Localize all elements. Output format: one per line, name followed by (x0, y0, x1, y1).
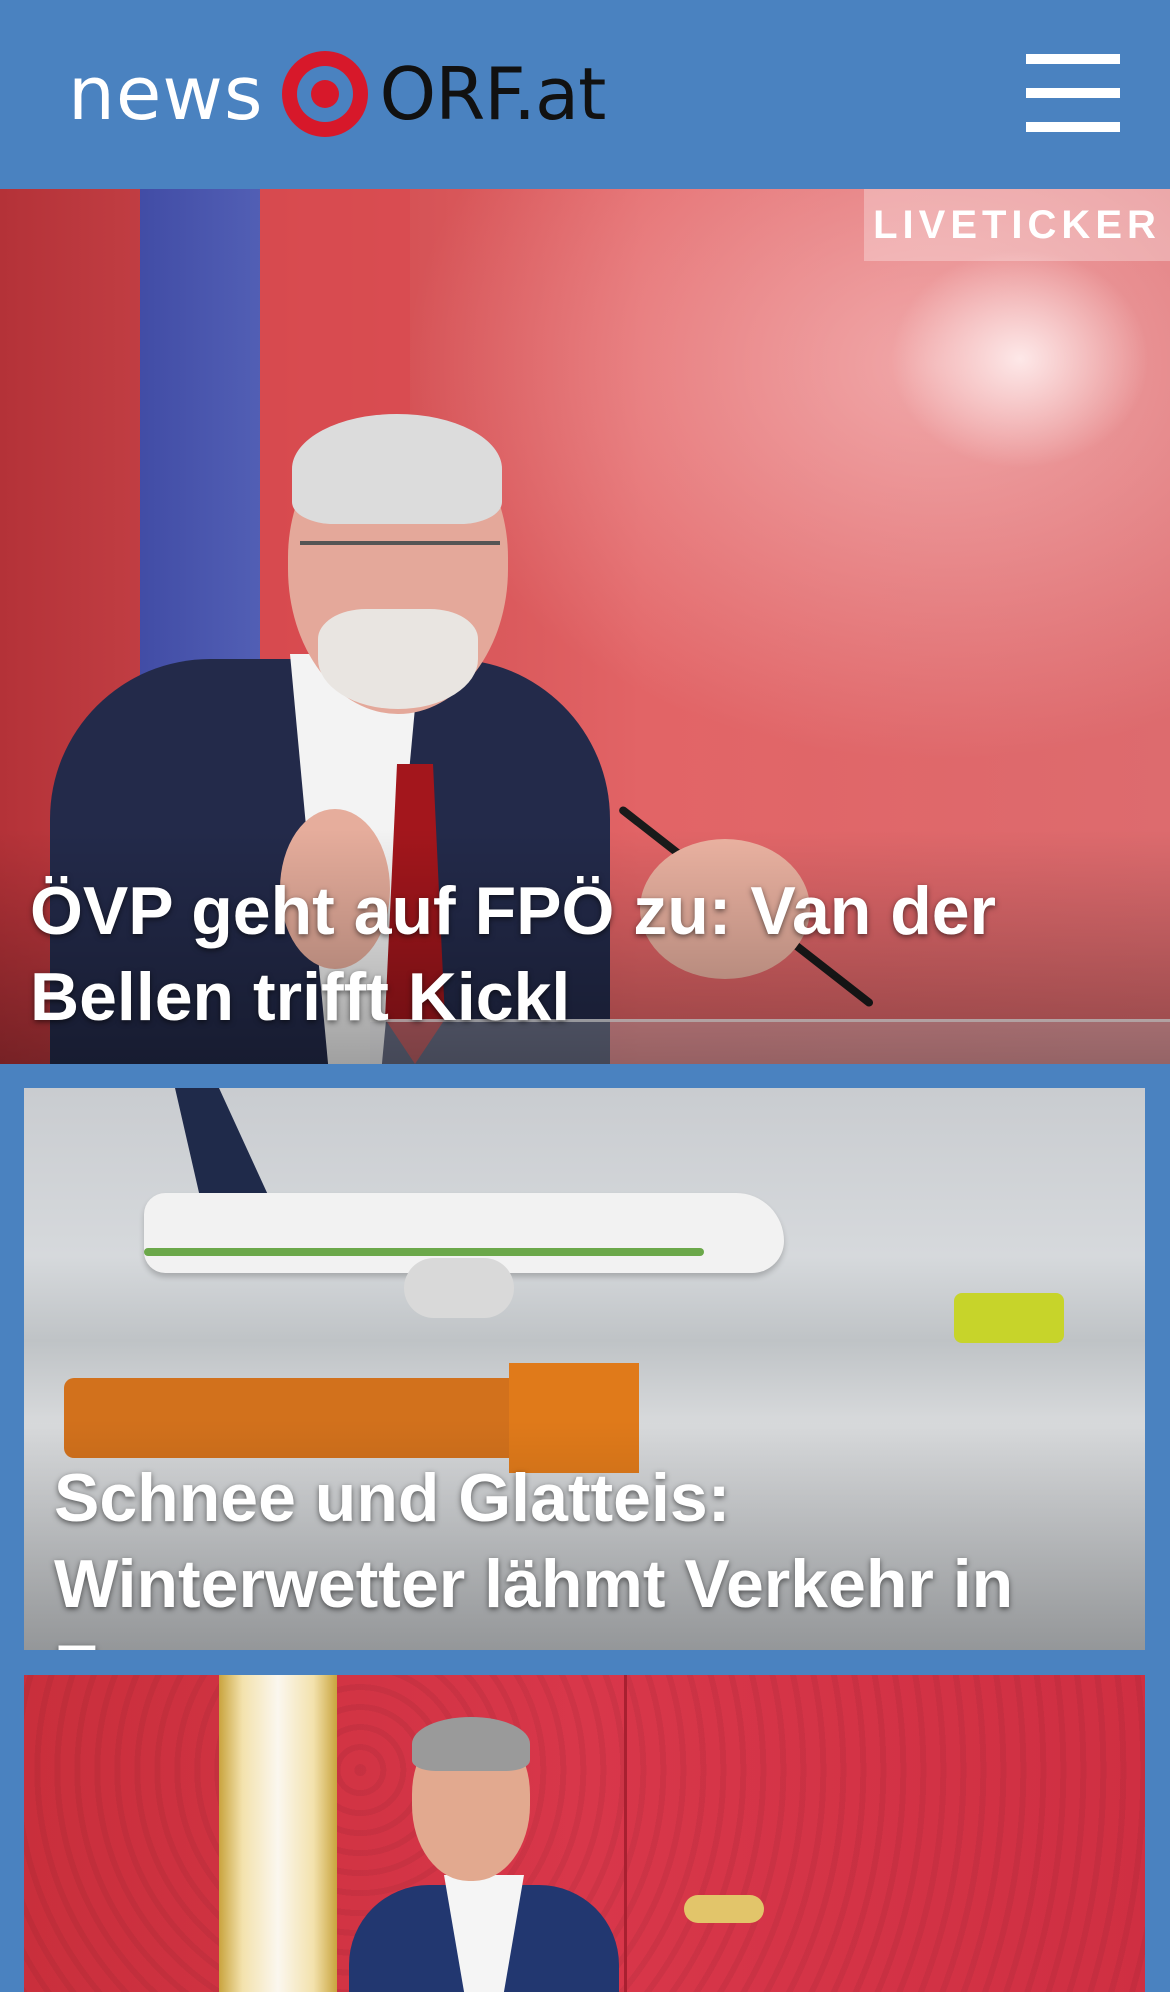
story-headline[interactable]: ÖVP geht auf FPÖ zu: Van der Bellen trif… (30, 869, 1140, 1040)
hamburger-menu-icon[interactable] (1024, 50, 1124, 136)
top-bar: news ORF.at (0, 0, 1170, 189)
story-card[interactable]: Schnee und Glatteis: Winterwetter lähmt … (24, 1088, 1145, 1650)
logo-news-text: news (68, 51, 264, 137)
story-card[interactable] (24, 1675, 1145, 1992)
story-headline[interactable]: Schnee und Glatteis: Winterwetter lähmt … (54, 1456, 1124, 1650)
liveticker-badge: LIVETICKER (864, 189, 1170, 261)
story-image (24, 1675, 1145, 1992)
orf-target-icon (281, 51, 368, 137)
news-orf-logo[interactable]: news ORF.at (68, 48, 607, 140)
logo-orf-text: ORF.at (379, 52, 607, 136)
story-card-hero[interactable]: LIVETICKER ÖVP geht auf FPÖ zu: Van der … (0, 189, 1170, 1064)
